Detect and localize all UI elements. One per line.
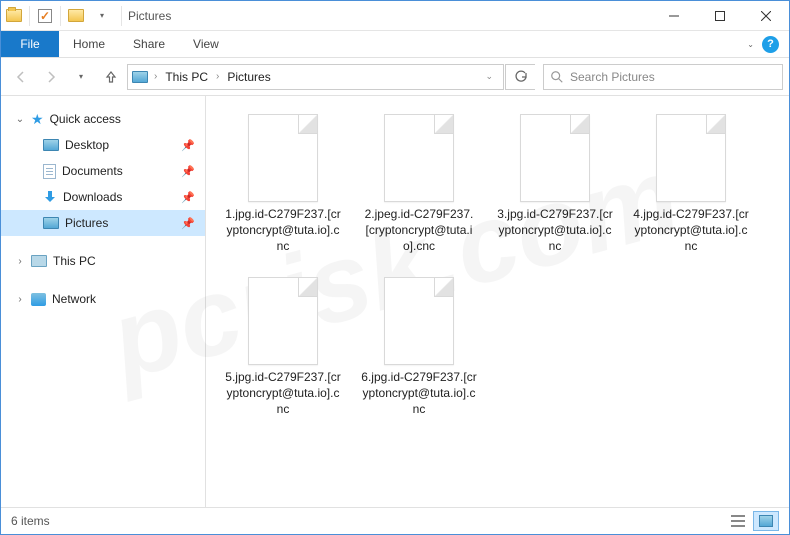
- file-item[interactable]: 5.jpg.id-C279F237.[cryptoncrypt@tuta.io]…: [224, 277, 342, 418]
- breadcrumb-this-pc[interactable]: This PC: [163, 70, 210, 84]
- qat-new-folder[interactable]: [63, 1, 89, 31]
- titlebar: ✓ ▾ Pictures: [1, 1, 789, 31]
- search-input[interactable]: Search Pictures: [543, 64, 783, 90]
- file-icon: [384, 277, 454, 365]
- file-icon: [248, 277, 318, 365]
- pc-icon: [31, 255, 47, 267]
- file-name: 1.jpg.id-C279F237.[cryptoncrypt@tuta.io]…: [224, 206, 342, 255]
- thumbnails-icon: [759, 515, 773, 527]
- file-item[interactable]: 3.jpg.id-C279F237.[cryptoncrypt@tuta.io]…: [496, 114, 614, 255]
- sidebar-item-network[interactable]: › Network: [1, 286, 205, 312]
- address-bar[interactable]: › This PC › Pictures ⌄: [127, 64, 504, 90]
- file-item[interactable]: 6.jpg.id-C279F237.[cryptoncrypt@tuta.io]…: [360, 277, 478, 418]
- search-icon: [550, 70, 564, 84]
- file-name: 4.jpg.id-C279F237.[cryptoncrypt@tuta.io]…: [632, 206, 750, 255]
- pictures-icon: [43, 217, 59, 229]
- minimize-button[interactable]: [651, 1, 697, 31]
- view-details-button[interactable]: [725, 511, 751, 531]
- refresh-button[interactable]: [505, 64, 535, 90]
- ribbon-tabs: File Home Share View ⌄ ?: [1, 31, 789, 58]
- file-item[interactable]: 2.jpeg.id-C279F237.[cryptoncrypt@tuta.io…: [360, 114, 478, 255]
- file-icon: [520, 114, 590, 202]
- pin-icon: 📌: [181, 139, 195, 152]
- file-icon: [656, 114, 726, 202]
- sidebar-item-documents[interactable]: Documents 📌: [1, 158, 205, 184]
- chevron-right-icon[interactable]: ›: [214, 71, 221, 82]
- status-item-count: 6 items: [11, 514, 50, 528]
- maximize-button[interactable]: [697, 1, 743, 31]
- file-name: 3.jpg.id-C279F237.[cryptoncrypt@tuta.io]…: [496, 206, 614, 255]
- view-thumbnails-button[interactable]: [753, 511, 779, 531]
- pin-icon: 📌: [181, 165, 195, 178]
- window-controls: [651, 1, 789, 31]
- tab-share[interactable]: Share: [119, 31, 179, 57]
- sidebar-item-desktop[interactable]: Desktop 📌: [1, 132, 205, 158]
- body: ⌄ ★ Quick access Desktop 📌 Documents 📌 D…: [1, 96, 789, 507]
- file-item[interactable]: 4.jpg.id-C279F237.[cryptoncrypt@tuta.io]…: [632, 114, 750, 255]
- separator: [29, 6, 30, 26]
- sidebar-item-pictures[interactable]: Pictures 📌: [1, 210, 205, 236]
- ribbon-collapse-icon[interactable]: ⌄: [747, 40, 754, 49]
- back-button[interactable]: [7, 63, 35, 91]
- sidebar-item-label: Documents: [62, 164, 123, 178]
- search-placeholder: Search Pictures: [570, 70, 655, 84]
- file-pane[interactable]: 1.jpg.id-C279F237.[cryptoncrypt@tuta.io]…: [206, 96, 789, 507]
- details-icon: [731, 515, 745, 527]
- sidebar-item-label: This PC: [53, 254, 96, 268]
- navigation-pane: ⌄ ★ Quick access Desktop 📌 Documents 📌 D…: [1, 96, 206, 507]
- qat-properties[interactable]: ✓: [32, 1, 58, 31]
- sidebar-item-quick-access[interactable]: ⌄ ★ Quick access: [1, 106, 205, 132]
- sidebar-item-downloads[interactable]: Downloads 📌: [1, 184, 205, 210]
- status-bar: 6 items: [1, 507, 789, 534]
- chevron-right-icon[interactable]: ›: [15, 294, 25, 305]
- file-tab[interactable]: File: [1, 31, 59, 57]
- recent-locations-button[interactable]: ▾: [67, 63, 95, 91]
- tab-view[interactable]: View: [179, 31, 233, 57]
- file-name: 5.jpg.id-C279F237.[cryptoncrypt@tuta.io]…: [224, 369, 342, 418]
- pin-icon: 📌: [181, 217, 195, 230]
- window-title: Pictures: [128, 9, 171, 23]
- sidebar-item-label: Desktop: [65, 138, 109, 152]
- sidebar-item-this-pc[interactable]: › This PC: [1, 248, 205, 274]
- file-name: 2.jpeg.id-C279F237.[cryptoncrypt@tuta.io…: [360, 206, 478, 255]
- navigation-bar: ▾ › This PC › Pictures ⌄ Search Pictures: [1, 58, 789, 96]
- sidebar-item-label: Quick access: [50, 112, 121, 126]
- file-name: 6.jpg.id-C279F237.[cryptoncrypt@tuta.io]…: [360, 369, 478, 418]
- file-icon: [248, 114, 318, 202]
- location-icon: [132, 71, 148, 83]
- sidebar-item-label: Downloads: [63, 190, 122, 204]
- downloads-icon: [43, 190, 57, 204]
- quick-access-toolbar: ✓ ▾: [1, 1, 115, 30]
- tab-home[interactable]: Home: [59, 31, 119, 57]
- separator: [121, 6, 122, 26]
- close-button[interactable]: [743, 1, 789, 31]
- file-item[interactable]: 1.jpg.id-C279F237.[cryptoncrypt@tuta.io]…: [224, 114, 342, 255]
- qat-menu[interactable]: ▾: [89, 1, 115, 31]
- pin-icon: 📌: [181, 191, 195, 204]
- up-button[interactable]: [97, 63, 125, 91]
- sidebar-item-label: Pictures: [65, 216, 108, 230]
- sidebar-item-label: Network: [52, 292, 96, 306]
- network-icon: [31, 293, 46, 306]
- desktop-icon: [43, 139, 59, 151]
- documents-icon: [43, 164, 56, 179]
- file-icon: [384, 114, 454, 202]
- app-icon[interactable]: [1, 1, 27, 31]
- star-icon: ★: [31, 111, 44, 128]
- breadcrumb-pictures[interactable]: Pictures: [225, 70, 272, 84]
- separator: [60, 6, 61, 26]
- forward-button[interactable]: [37, 63, 65, 91]
- chevron-right-icon[interactable]: ›: [152, 71, 159, 82]
- help-button[interactable]: ?: [762, 36, 779, 53]
- address-dropdown-icon[interactable]: ⌄: [479, 71, 499, 82]
- chevron-right-icon[interactable]: ›: [15, 256, 25, 267]
- chevron-down-icon[interactable]: ⌄: [15, 114, 25, 125]
